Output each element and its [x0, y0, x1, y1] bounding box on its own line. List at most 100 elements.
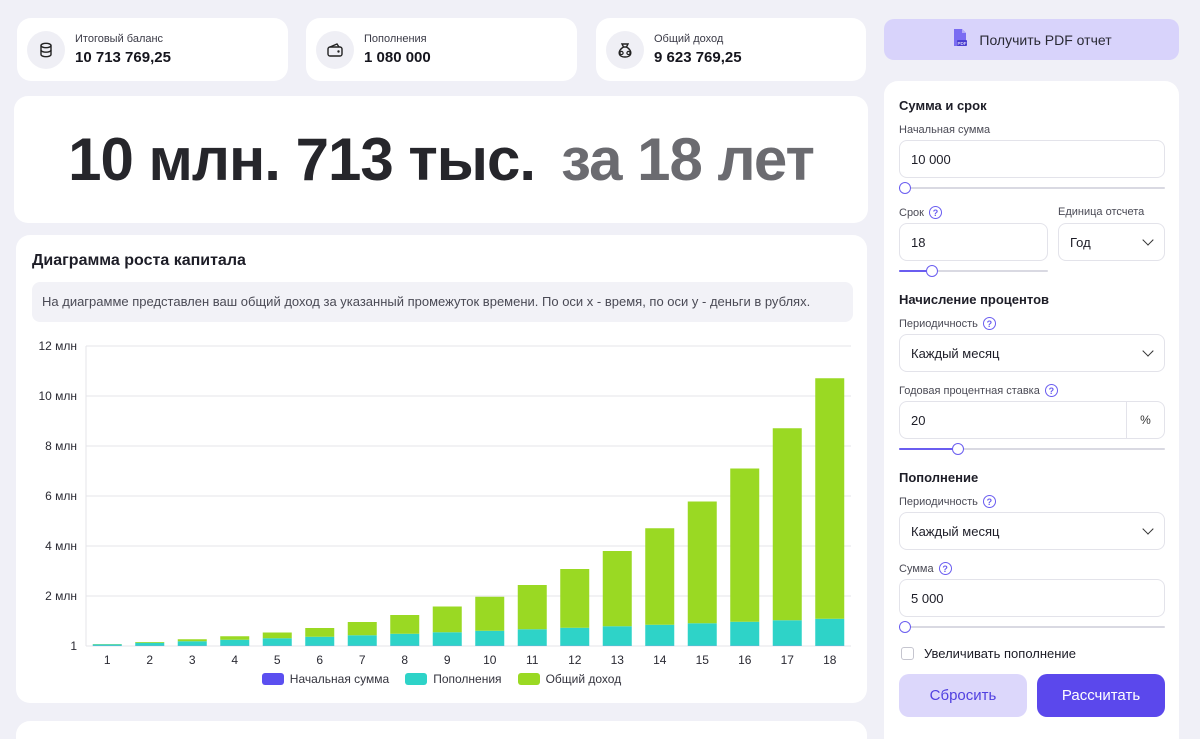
increase-topup-checkbox[interactable] [901, 647, 914, 660]
slider-thumb[interactable] [899, 182, 911, 194]
bottom-card [16, 721, 867, 739]
y-tick-label: 10 млн [38, 389, 77, 403]
slider-thumb[interactable] [899, 621, 911, 633]
section-amount-term: Сумма и срок [899, 98, 987, 113]
y-tick-label: 6 млн [45, 489, 77, 503]
bar-segment [687, 501, 717, 624]
y-tick-label: 8 млн [45, 439, 77, 453]
legend-label: Начальная сумма [289, 672, 390, 686]
section-topup: Пополнение [899, 470, 979, 485]
calculator-form: Сумма и срок Начальная сумма 10 000 Срок… [884, 81, 1179, 739]
bar-segment [475, 596, 505, 631]
rate-label: Годовая процентная ставка? [899, 384, 1058, 397]
x-tick-label: 10 [483, 653, 497, 667]
term-label: Срок? [899, 206, 942, 219]
term-input[interactable]: 18 [899, 223, 1048, 261]
x-tick-label: 9 [444, 653, 451, 667]
interest-period-select[interactable]: Каждый месяц [899, 334, 1165, 372]
bar-segment [92, 644, 122, 646]
x-tick-label: 1 [104, 653, 111, 667]
unit-label: Единица отсчета [1058, 206, 1145, 218]
rate-input[interactable]: 20 % [899, 401, 1165, 439]
initial-amount-slider[interactable] [899, 182, 1165, 194]
money-bag-icon [606, 30, 644, 69]
help-icon[interactable]: ? [982, 317, 996, 330]
topup-sum-label: Сумма? [899, 562, 952, 575]
stat-value: 10 713 769,25 [75, 49, 171, 66]
get-pdf-report-button[interactable]: PDF Получить PDF отчет [884, 19, 1179, 60]
x-tick-label: 17 [781, 653, 795, 667]
bar-segment [815, 378, 845, 619]
bar-segment [390, 633, 420, 646]
bar-segment [602, 551, 632, 627]
x-tick-label: 14 [653, 653, 667, 667]
topup-sum-slider[interactable] [899, 621, 1165, 633]
x-tick-label: 4 [231, 653, 238, 667]
legend-swatch [405, 673, 428, 685]
stat-label: Пополнения [364, 33, 427, 45]
result-hero: 10 млн. 713 тыс. за 18 лет [14, 96, 868, 223]
chevron-down-icon [1142, 345, 1154, 357]
stat-label: Общий доход [654, 33, 724, 45]
slider-thumb[interactable] [952, 443, 965, 455]
bar-segment [645, 528, 675, 625]
x-tick-label: 13 [611, 653, 625, 667]
help-icon[interactable]: ? [1044, 384, 1058, 397]
bar-segment [347, 622, 377, 636]
term-slider[interactable] [899, 265, 1048, 277]
x-tick-label: 5 [274, 653, 281, 667]
legend-swatch [261, 673, 284, 685]
legend-item[interactable]: Общий доход [517, 672, 621, 686]
unit-select[interactable]: Год [1058, 223, 1165, 261]
bar-segment [645, 624, 675, 646]
topup-period-select[interactable]: Каждый месяц [899, 512, 1165, 550]
pdf-button-label: Получить PDF отчет [979, 31, 1112, 48]
slider-thumb[interactable] [926, 265, 939, 277]
chart-legend: Начальная сумма Пополнения Общий доход [16, 672, 867, 686]
bar-segment [730, 621, 760, 646]
stat-card-income: Общий доход 9 623 769,25 [596, 18, 866, 81]
legend-item[interactable]: Начальная сумма [261, 672, 390, 686]
bar-segment [135, 642, 165, 646]
legend-item[interactable]: Пополнения [405, 672, 502, 686]
x-tick-label: 7 [359, 653, 366, 667]
stat-value: 1 080 000 [364, 49, 431, 66]
bar-segment [730, 468, 760, 622]
initial-amount-label: Начальная сумма [899, 124, 991, 136]
initial-amount-input[interactable]: 10 000 [899, 140, 1165, 178]
section-interest: Начисление процентов [899, 292, 1050, 307]
rate-value: 20 [911, 412, 926, 428]
help-icon[interactable]: ? [938, 562, 952, 575]
topup-period-value: Каждый месяц [911, 523, 1000, 539]
svg-text:PDF: PDF [958, 41, 967, 46]
topup-sum-input[interactable]: 5 000 [899, 579, 1165, 617]
bar-segment [177, 641, 207, 646]
bar-segment [772, 428, 802, 621]
help-icon[interactable]: ? [929, 206, 942, 219]
interest-period-label: Периодичность? [899, 317, 996, 330]
x-tick-label: 2 [146, 653, 153, 667]
bar-segment [262, 638, 292, 646]
increase-topup-row[interactable]: Увеличивать пополнение [901, 646, 1076, 661]
x-tick-label: 18 [823, 653, 837, 667]
legend-label: Пополнения [433, 672, 502, 686]
x-tick-label: 6 [316, 653, 323, 667]
bar-segment [432, 632, 462, 646]
bar-segment [432, 606, 462, 633]
bar-segment [560, 569, 590, 628]
bar-segment [262, 632, 292, 639]
legend-swatch [517, 673, 540, 685]
result-amount: 10 млн. 713 тыс. [68, 126, 536, 193]
reset-button[interactable]: Сбросить [899, 674, 1027, 717]
bar-segment [390, 615, 420, 634]
result-period: за 18 лет [561, 126, 815, 193]
y-tick-label: 2 млн [45, 589, 77, 603]
percent-suffix: % [1126, 402, 1164, 438]
calculate-button[interactable]: Рассчитать [1037, 674, 1165, 717]
rate-slider[interactable] [899, 443, 1165, 455]
help-icon[interactable]: ? [982, 495, 996, 508]
pdf-icon: PDF [951, 28, 969, 51]
bar-segment [347, 635, 377, 646]
bar-segment [517, 585, 547, 630]
topup-period-label: Периодичность? [899, 495, 996, 508]
